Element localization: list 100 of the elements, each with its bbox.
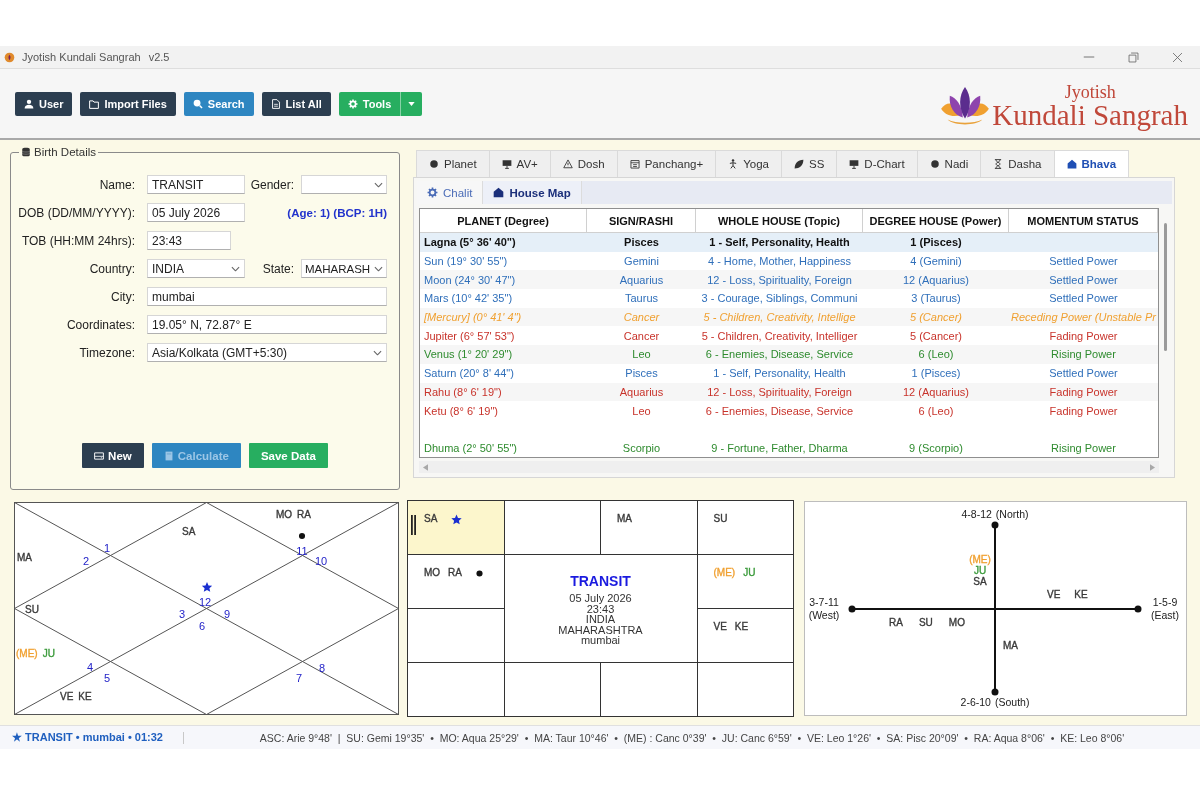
sub-tab[interactable]: House Map <box>483 181 582 204</box>
star-icon <box>451 513 463 525</box>
hourglass-icon <box>993 159 1004 169</box>
chart-info-line: mumbai <box>580 635 621 646</box>
toolbar-button[interactable]: Search <box>183 91 254 116</box>
calculator-icon <box>163 450 174 461</box>
direction-label: (North) <box>995 508 1029 521</box>
close-icon[interactable] <box>1172 51 1183 63</box>
table-cell-text: Pisces <box>624 366 659 381</box>
restore-icon[interactable] <box>1128 51 1139 63</box>
chart-title: TRANSIT <box>570 572 631 590</box>
toolbar-button[interactable]: User <box>15 91 73 116</box>
house-number: 9 <box>223 608 231 620</box>
chevron-down-icon <box>374 181 383 188</box>
house-group-label: 2-6-10 <box>960 696 991 709</box>
table-cell-text: Jupiter (6° 57' 53") <box>423 328 516 343</box>
dropdown-field[interactable] <box>301 175 387 194</box>
form-button[interactable]: New <box>82 443 144 468</box>
table-cell-text: 12 (Aquarius) <box>901 272 970 287</box>
table-cell-text: Cancer <box>622 328 661 343</box>
scrollbar-thumb[interactable] <box>1164 223 1167 351</box>
table-cell-text: 12 (Aquarius) <box>901 384 970 399</box>
house-number: 3 <box>178 608 186 620</box>
status-positions: ASC: Arie 9°48' | SU: Gemi 19°35' • MO: Aqua 25°29' • MA: Taur 10°46' • (ME) : Canc 0°39' • JU: Canc 6°59' • VE: Leo 1°26' • SA: Pisc 20°09' • RA: Aqua 8°06' • KE: Leo 8°06' <box>258 731 1126 744</box>
tab[interactable]: Planet <box>416 150 490 177</box>
table-cell-text: 4 - Home, Mother, Happiness <box>706 254 853 269</box>
warning-icon <box>562 159 573 169</box>
toolbar-button[interactable]: Import Files <box>80 91 176 116</box>
table-cell-text: Settled Power <box>1048 366 1119 381</box>
table-cell-text: Aquarius <box>618 272 665 287</box>
planet-label: MA <box>17 552 32 564</box>
person-icon <box>728 159 739 169</box>
table-cell-text: 5 - Children, Creativity, Intelliger <box>700 328 859 343</box>
scroll-right-icon[interactable] <box>1150 463 1155 471</box>
house-number: 4 <box>86 661 94 673</box>
table-cell-text: Fading Power <box>1048 328 1119 343</box>
house-number: 2 <box>82 555 90 567</box>
tab[interactable]: D-Chart <box>836 150 918 177</box>
text-field[interactable]: 05 July 2026 <box>147 203 245 222</box>
planet-label: VE <box>713 621 727 633</box>
house-number: 10 <box>314 555 328 567</box>
horizontal-scrollbar[interactable] <box>419 461 1159 473</box>
star-icon <box>201 581 213 593</box>
table-cell-text: Fading Power <box>1048 384 1119 399</box>
table-cell-text: Cancer <box>622 310 661 325</box>
table-cell-text: Settled Power <box>1048 291 1119 306</box>
house-group-label: 3-7-11 <box>809 596 839 609</box>
planet-label: JU <box>743 567 756 579</box>
field-label: DOB (DD/MM/YYYY): <box>17 205 135 220</box>
planet-label: RA <box>889 617 903 629</box>
gear-icon <box>347 98 358 109</box>
scroll-left-icon[interactable] <box>423 463 428 471</box>
table-cell-text: Lagna (5° 36' 40") <box>423 235 517 250</box>
text-field[interactable]: TRANSIT <box>147 175 245 194</box>
table-cell-text: Receding Power (Unstable Pr <box>1010 310 1157 325</box>
planet-label: SU <box>25 604 39 616</box>
app-icon <box>4 51 15 63</box>
search-icon <box>192 98 203 109</box>
tab[interactable]: Bhava <box>1053 150 1130 177</box>
planet-label: SA <box>973 576 987 587</box>
planet-label: RA <box>297 509 311 521</box>
column-header: WHOLE HOUSE (Topic) <box>696 209 863 232</box>
tab[interactable]: Dasha <box>980 150 1055 177</box>
caret-icon <box>408 101 416 106</box>
dropdown-field[interactable]: INDIA <box>147 259 245 278</box>
planet-label: KE <box>78 691 92 703</box>
tab[interactable]: Panchang+ <box>616 150 717 177</box>
field-label: Name: <box>98 177 135 192</box>
lotus-icon <box>941 86 990 125</box>
planet-label: MO <box>424 567 441 579</box>
tab[interactable]: Yoga <box>715 150 782 177</box>
monitor-icon <box>849 159 860 169</box>
chevron-down-icon <box>231 265 240 272</box>
tab[interactable]: Nadi <box>916 150 982 177</box>
table-cell-text: Leo <box>631 347 652 362</box>
text-field[interactable]: 23:43 <box>147 231 231 250</box>
table-cell-text: 1 - Self, Personality, Health <box>712 366 847 381</box>
status-chart-info: ★ TRANSIT • mumbai • 01:32 <box>11 731 164 744</box>
folder-icon <box>89 98 100 109</box>
dropdown-field[interactable]: Asia/Kolkata (GMT+5:30) <box>147 343 387 362</box>
table-cell-text: 6 - Enemies, Disease, Service <box>704 403 855 418</box>
field-label: Country: <box>88 261 135 276</box>
tab[interactable]: AV+ <box>488 150 551 177</box>
text-field[interactable]: mumbai <box>147 287 387 306</box>
text-field[interactable]: 19.05° N, 72.87° E <box>147 315 387 334</box>
minimize-icon[interactable] <box>1083 56 1095 58</box>
toolbar-button[interactable]: List All <box>261 91 331 116</box>
dropdown-button[interactable] <box>400 91 423 116</box>
field-label: State: <box>261 261 295 276</box>
table-cell-text: Settled Power <box>1048 254 1119 269</box>
tab[interactable]: Dosh <box>549 150 618 177</box>
column-header: SIGN/RASHI <box>587 209 696 232</box>
tab[interactable]: SS <box>781 150 838 177</box>
direction-label: (West) <box>808 609 840 622</box>
table-cell-text: Mars (10° 42' 35") <box>423 291 514 306</box>
planet-label: (ME) <box>16 648 38 660</box>
double-bar-icon <box>411 515 416 535</box>
sub-tab[interactable]: Chalit <box>417 181 484 204</box>
dropdown-field[interactable]: MAHARASH <box>301 259 387 278</box>
table-cell-text: 6 (Leo) <box>917 403 955 418</box>
